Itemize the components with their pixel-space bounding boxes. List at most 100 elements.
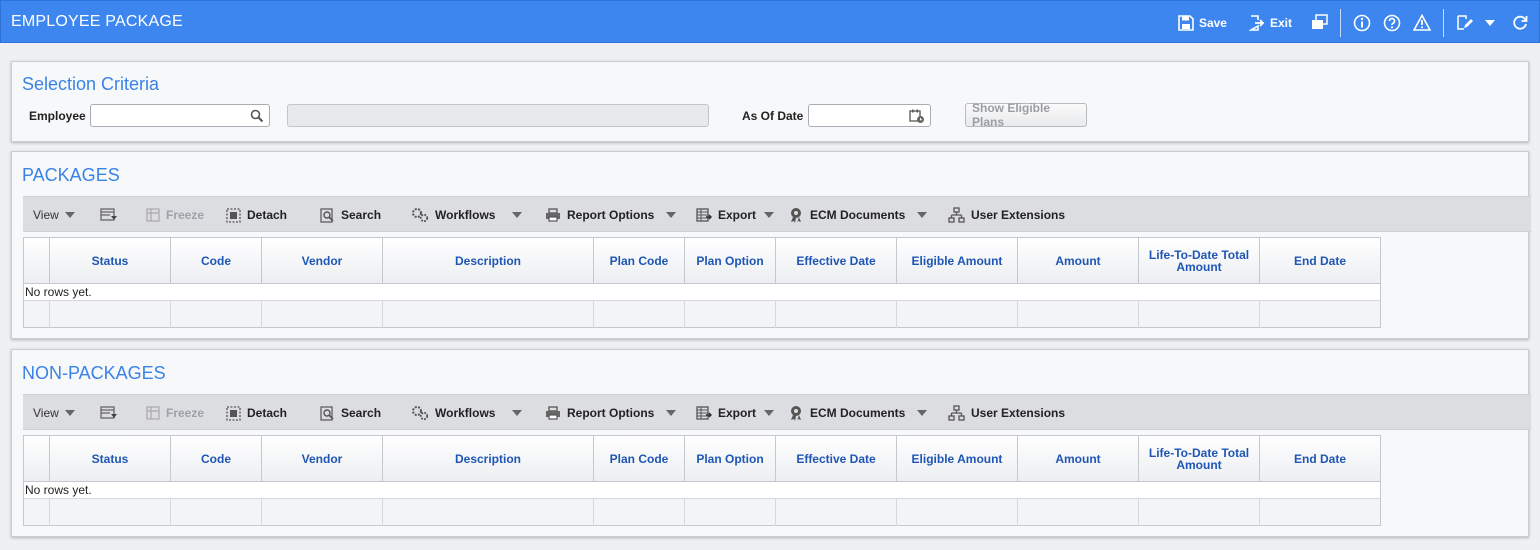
detach-button[interactable]: Detach [226,395,287,431]
workflows-label: Workflows [435,208,496,222]
user-extensions-label: User Extensions [971,208,1066,222]
ecm-documents-chevron-down-icon[interactable] [917,212,927,218]
column-header-amount[interactable]: Amount [1018,238,1139,283]
column-header-code[interactable]: Code [171,238,262,283]
exit-icon [1248,14,1265,31]
freeze-icon [146,406,160,420]
employee-label: Employee [29,109,86,123]
ecm-documents-label: ECM Documents [810,208,906,222]
export-chevron-down-icon[interactable] [764,212,774,218]
windows-icon[interactable] [1305,14,1334,31]
empty-message: No rows yet. [24,482,1380,498]
workflows-button[interactable]: Workflows [411,395,495,431]
edit-note-icon[interactable] [1450,14,1479,31]
column-header-eligible-amount[interactable]: Eligible Amount [897,436,1018,481]
detach-button[interactable]: Detach [226,197,287,233]
printer-icon [546,208,560,222]
ecm-documents-chevron-down-icon[interactable] [917,410,927,416]
column-header-plan-code[interactable]: Plan Code [594,238,685,283]
as-of-date-label: As Of Date [742,109,804,123]
ecm-documents-label: ECM Documents [810,406,906,420]
view-menu[interactable]: View [33,395,75,431]
column-header-code[interactable]: Code [171,436,262,481]
report-options-label: Report Options [567,208,655,222]
as-of-date-field[interactable] [808,104,931,127]
employee-field[interactable] [90,104,270,127]
column-header-plan-option[interactable]: Plan Option [685,238,776,283]
search-button[interactable]: Search [320,197,381,233]
column-header-life-to-date-total-amount[interactable]: Life-To-Date Total Amount [1139,238,1260,283]
column-header-end-date[interactable]: End Date [1260,436,1380,481]
column-header-amount[interactable]: Amount [1018,436,1139,481]
show-eligible-plans-button[interactable]: Show Eligible Plans [965,101,1087,129]
workflows-chevron-down-icon[interactable] [512,212,522,218]
search-button[interactable]: Search [320,395,381,431]
search-label: Search [341,208,382,222]
non-packages-grid-header: Status Code Vendor Description Plan Code… [24,436,1380,482]
info-icon[interactable] [1347,14,1377,32]
chevron-down-icon [64,410,75,416]
column-header-status[interactable]: Status [50,238,171,283]
column-header-status[interactable]: Status [50,436,171,481]
grid-settings-button[interactable] [100,197,124,233]
column-header-plan-code[interactable]: Plan Code [594,436,685,481]
column-header-vendor[interactable]: Vendor [262,238,383,283]
search-icon [320,405,334,421]
title-bar-actions: Save Exit [1173,1,1539,44]
workflows-button[interactable]: Workflows [411,197,495,233]
export-chevron-down-icon[interactable] [764,410,774,416]
column-header-effective-date[interactable]: Effective Date [776,238,897,283]
save-button[interactable]: Save [1173,14,1232,31]
column-header-description[interactable]: Description [383,238,594,283]
warning-icon[interactable] [1407,13,1437,32]
export-label: Export [718,208,757,222]
chevron-down-icon[interactable] [1479,19,1501,26]
freeze-button[interactable]: Freeze [146,197,204,233]
calendar-icon[interactable] [909,109,925,124]
empty-grid-row [24,300,1380,328]
column-header-life-to-date-total-amount[interactable]: Life-To-Date Total Amount [1139,436,1260,481]
workflows-label: Workflows [435,406,496,420]
user-extensions-label: User Extensions [971,406,1066,420]
ecm-documents-icon [791,208,801,223]
save-label: Save [1198,15,1227,30]
grid-settings-button[interactable] [100,395,124,431]
search-icon [320,207,334,223]
page-title: EMPLOYEE PACKAGE [11,12,183,30]
workflows-icon [412,406,429,421]
workflows-chevron-down-icon[interactable] [512,410,522,416]
column-header-vendor[interactable]: Vendor [262,436,383,481]
export-button[interactable]: Export [696,197,756,233]
column-header-description[interactable]: Description [383,436,594,481]
report-options-button[interactable]: Report Options [545,197,654,233]
user-extensions-button[interactable]: User Extensions [948,395,1065,431]
user-extensions-button[interactable]: User Extensions [948,197,1065,233]
export-icon [696,405,712,420]
report-options-button[interactable]: Report Options [545,395,654,431]
freeze-button[interactable]: Freeze [146,395,204,431]
packages-title: PACKAGES [22,165,120,185]
view-menu[interactable]: View [33,197,75,233]
export-button[interactable]: Export [696,395,756,431]
row-selector-header[interactable] [24,238,50,283]
column-header-effective-date[interactable]: Effective Date [776,436,897,481]
ecm-documents-button[interactable]: ECM Documents [788,197,905,233]
non-packages-grid: Status Code Vendor Description Plan Code… [23,435,1381,526]
column-header-plan-option[interactable]: Plan Option [685,436,776,481]
report-options-chevron-down-icon[interactable] [666,212,676,218]
detach-label: Detach [247,406,288,420]
help-icon[interactable] [1377,14,1407,32]
report-options-chevron-down-icon[interactable] [666,410,676,416]
non-packages-toolbar: View Freeze Detach Search Workflows Repo… [23,394,1531,430]
refresh-icon[interactable] [1505,14,1535,32]
selection-criteria-panel: Selection Criteria Employee As Of Date S… [11,61,1529,142]
exit-button[interactable]: Exit [1244,14,1297,31]
ecm-documents-button[interactable]: ECM Documents [788,395,905,431]
column-header-end-date[interactable]: End Date [1260,238,1380,283]
column-header-eligible-amount[interactable]: Eligible Amount [897,238,1018,283]
row-selector-header[interactable] [24,436,50,481]
chevron-down-icon [64,212,75,218]
search-icon[interactable] [250,109,264,123]
ecm-documents-icon [791,406,801,421]
packages-grid-header: Status Code Vendor Description Plan Code… [24,238,1380,284]
